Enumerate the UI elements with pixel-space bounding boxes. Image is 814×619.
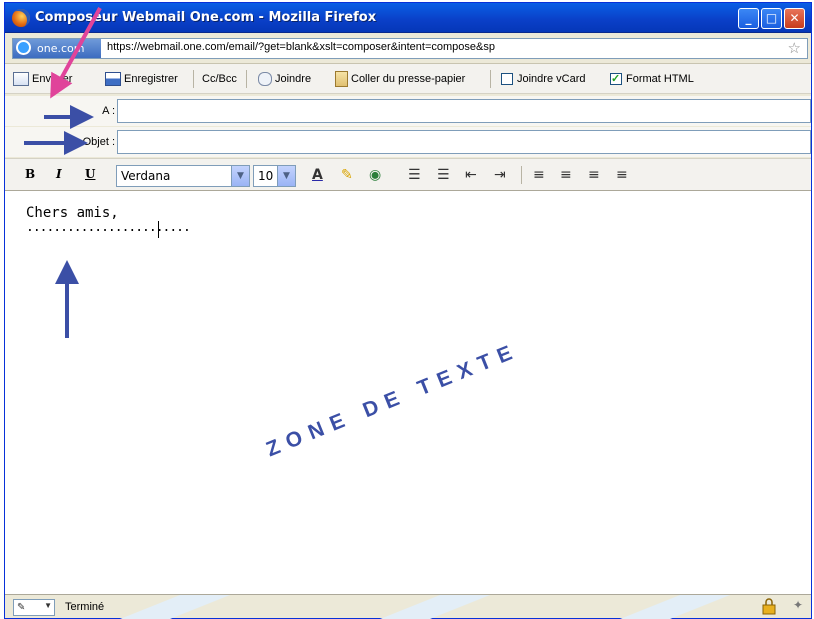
address-bar-row: one.com https://webmail.one.com/email/?g… [5,33,811,64]
font-family-select[interactable]: Verdana ▼ [116,165,250,187]
message-editor[interactable]: Chers amis, ........................ ZON… [5,191,811,595]
editor-line-2: ........................ [26,220,191,235]
vcard-checkbox[interactable] [501,73,513,86]
indent-icon[interactable]: ⇥ [494,167,506,183]
globe-icon [16,40,31,55]
to-field-row: A : [5,96,811,126]
save-label: Enregistrer [124,73,178,85]
align-left-icon[interactable]: ≡ [533,167,545,183]
italic-button[interactable]: I [56,167,62,181]
align-right-icon[interactable]: ≡ [588,167,600,183]
attach-label: Joindre [275,73,312,85]
subject-input[interactable] [117,130,811,154]
cc-bcc-button[interactable]: Cc/Bcc [202,71,237,88]
bookmark-star-icon[interactable]: ☆ [788,39,801,58]
font-size-value: 10 [258,169,274,183]
paperclip-icon [258,72,272,87]
html-checkbox[interactable] [610,71,622,88]
font-family-value: Verdana [121,169,171,183]
html-format-toggle[interactable]: Format HTML [610,71,694,88]
formatting-toolbar: B I U Verdana ▼ 10 ▼ A ✎ ◉ ☰ ☰ ⇤ ⇥ ≡ ≡ ≡… [5,158,811,191]
bold-button[interactable]: B [25,167,35,181]
toolbar-separator [246,70,247,88]
underline-button[interactable]: U [85,167,95,181]
minimize-button[interactable]: _ [738,8,759,29]
unordered-list-icon[interactable]: ☰ [437,167,450,183]
browser-window: Composeur Webmail One.com - Mozilla Fire… [4,2,812,619]
to-input[interactable] [117,99,811,123]
attach-vcard-toggle[interactable]: Joindre vCard [501,71,585,88]
align-center-icon[interactable]: ≡ [560,167,572,183]
background-decoration [120,595,730,619]
toolbar-separator [521,166,522,184]
send-icon [13,72,29,87]
clipboard-icon [335,71,348,88]
save-button[interactable]: Enregistrer [105,71,178,88]
html-label: Format HTML [626,73,694,85]
url-text[interactable]: https://webmail.one.com/email/?get=blank… [107,41,495,53]
site-identity-button[interactable]: one.com [13,39,101,58]
text-color-icon[interactable]: A [312,167,323,183]
outdent-icon[interactable]: ⇤ [465,167,477,183]
title-bar[interactable]: Composeur Webmail One.com - Mozilla Fire… [5,3,811,33]
maximize-button[interactable]: □ [761,8,782,29]
paste-clipboard-button[interactable]: Coller du presse-papier [335,71,465,88]
chevron-down-icon[interactable]: ▼ [277,166,295,186]
vcard-label: Joindre vCard [517,73,586,85]
send-button[interactable]: Envoyer [13,71,72,88]
close-button[interactable]: ✕ [784,8,805,29]
chevron-down-icon[interactable]: ▼ [231,166,249,186]
toolbar-separator [193,70,194,88]
window-title: Composeur Webmail One.com - Mozilla Fire… [35,10,377,25]
save-disk-icon [105,72,121,87]
highlight-pen-icon[interactable]: ✎ [341,167,353,183]
firefox-icon [12,9,30,27]
align-justify-icon[interactable]: ≡ [616,167,628,183]
editor-line-1: Chers amis, [26,205,119,221]
address-bar[interactable]: one.com https://webmail.one.com/email/?g… [12,38,808,59]
paste-label: Coller du presse-papier [351,73,466,85]
font-size-select[interactable]: 10 ▼ [253,165,296,187]
text-zone-annotation: ZONE DE TEXTE [263,338,523,462]
subject-field-row: Objet : [5,127,811,157]
site-name: one.com [37,42,85,55]
attach-button[interactable]: Joindre [258,71,311,88]
ordered-list-icon[interactable]: ☰ [408,167,421,183]
toolbar-separator [490,70,491,88]
to-label: A : [102,105,115,117]
compose-toolbar: Envoyer Enregistrer Cc/Bcc Joindre Colle… [5,64,811,94]
send-label: Envoyer [32,73,73,85]
text-caret [158,221,159,238]
subject-label: Objet : [82,136,115,148]
link-globe-icon[interactable]: ◉ [369,167,381,183]
